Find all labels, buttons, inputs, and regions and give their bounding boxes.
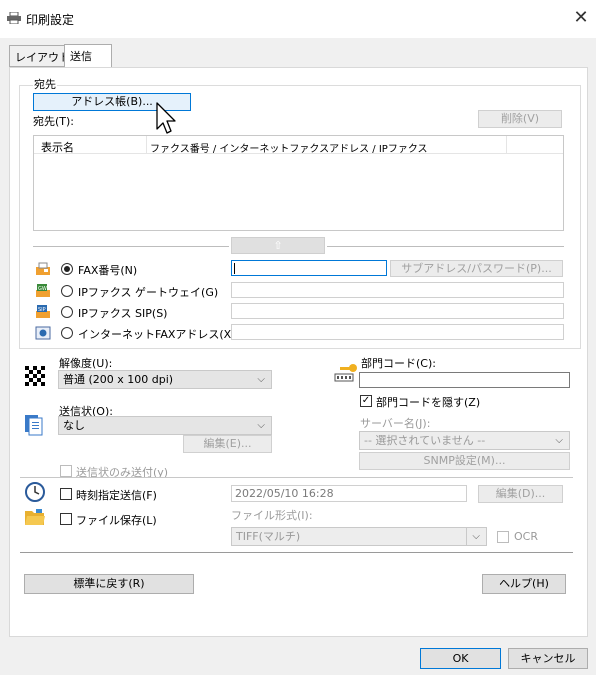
column-header-number[interactable]: ファクス番号 / インターネットファクスアドレス / IPファクス — [150, 140, 428, 155]
department-key-icon — [334, 363, 358, 386]
radio-fax-number-label[interactable]: FAX番号(N) — [78, 262, 137, 278]
cover-only-checkbox — [60, 465, 72, 477]
mouse-cursor-icon — [156, 102, 178, 139]
resolution-select[interactable]: 普通 (200 x 100 dpi) ⌵ — [58, 370, 272, 389]
schedule-datetime-input: 2022/05/10 16:28 — [231, 485, 467, 502]
internet-fax-input[interactable] — [231, 324, 564, 340]
column-divider — [146, 136, 147, 154]
radio-internet-fax-label[interactable]: インターネットFAXアドレス(X) — [78, 326, 236, 342]
ip-sip-input[interactable] — [231, 303, 564, 319]
hide-department-checkbox[interactable]: ✓ — [360, 395, 372, 407]
radio-ip-sip-label[interactable]: IPファクス SIP(S) — [78, 305, 167, 321]
destination-list-label: 宛先(T): — [33, 115, 75, 128]
printer-icon — [7, 11, 21, 27]
file-format-select-right: ⌵ — [466, 527, 487, 546]
file-format-label: ファイル形式(I): — [231, 509, 313, 522]
separator — [33, 246, 229, 247]
server-name-label: サーバー名(J): — [360, 417, 431, 430]
folder-icon — [24, 507, 46, 530]
ip-gateway-input[interactable] — [231, 282, 564, 298]
ok-button[interactable]: OK — [420, 648, 501, 669]
ocr-label: OCR — [514, 530, 538, 543]
separator — [20, 477, 573, 478]
file-save-label[interactable]: ファイル保存(L) — [76, 512, 157, 528]
snmp-settings-button: SNMP設定(M)... — [359, 452, 570, 470]
cover-sheet-icon — [24, 414, 44, 439]
cancel-button[interactable]: キャンセル — [508, 648, 588, 669]
column-divider — [506, 136, 507, 154]
department-code-label: 部門コード(C): — [361, 357, 436, 370]
schedule-label[interactable]: 時刻指定送信(F) — [76, 487, 157, 503]
resolution-icon — [25, 366, 47, 391]
fax-icon — [35, 261, 51, 277]
window-title: 印刷設定 — [26, 13, 75, 27]
clock-icon — [25, 482, 45, 505]
internet-fax-icon — [35, 325, 51, 341]
chevron-down-icon: ⌵ — [257, 420, 265, 431]
cover-edit-button: 編集(E)... — [183, 435, 272, 453]
text-caret — [234, 263, 235, 274]
chevron-down-icon: ⌵ — [257, 374, 265, 385]
column-header-name[interactable]: 表示名 — [41, 139, 74, 155]
radio-ip-gateway[interactable] — [61, 285, 73, 297]
department-code-input[interactable] — [359, 372, 570, 388]
fax-number-input[interactable] — [231, 260, 387, 276]
separator — [20, 552, 573, 553]
radio-ip-sip[interactable] — [61, 306, 73, 318]
radio-internet-fax[interactable] — [61, 327, 73, 339]
radio-ip-gateway-label[interactable]: IPファクス ゲートウェイ(G) — [78, 284, 218, 300]
schedule-edit-button: 編集(D)... — [478, 485, 563, 503]
help-button[interactable]: ヘルプ(H) — [482, 574, 566, 594]
delete-button: 削除(V) — [478, 110, 562, 128]
sip-icon: SIP — [35, 304, 51, 320]
file-format-select: TIFF(マルチ) — [231, 527, 467, 546]
hide-department-label[interactable]: 部門コードを隠す(Z) — [376, 394, 480, 410]
reset-defaults-button[interactable]: 標準に戻す(R) — [24, 574, 194, 594]
move-up-button: ⇧ — [231, 237, 325, 254]
arrow-up-icon: ⇧ — [273, 239, 283, 252]
destination-list[interactable]: 表示名 ファクス番号 / インターネットファクスアドレス / IPファクス — [33, 135, 564, 231]
close-button[interactable]: ✕ — [572, 7, 590, 28]
radio-fax-number[interactable] — [61, 263, 73, 275]
subaddress-button: サブアドレス/パスワード(P)... — [390, 260, 563, 277]
chevron-down-icon: ⌵ — [555, 435, 563, 446]
server-name-select: -- 選択されていません -- ⌵ — [359, 431, 570, 450]
destination-group-label: 宛先 — [33, 76, 57, 92]
svg-text:GW: GW — [38, 286, 47, 292]
ocr-checkbox — [497, 531, 509, 543]
gateway-icon: GW — [35, 283, 51, 299]
cover-sheet-select[interactable]: なし ⌵ — [58, 416, 272, 435]
resolution-label: 解像度(U): — [59, 357, 113, 370]
title-bar: 印刷設定 ✕ — [0, 0, 596, 38]
file-save-checkbox[interactable] — [60, 513, 72, 525]
svg-text:SIP: SIP — [38, 307, 46, 313]
separator — [327, 246, 564, 247]
schedule-checkbox[interactable] — [60, 488, 72, 500]
tab-send[interactable]: 送信 — [64, 44, 112, 68]
chevron-down-icon: ⌵ — [472, 531, 480, 542]
